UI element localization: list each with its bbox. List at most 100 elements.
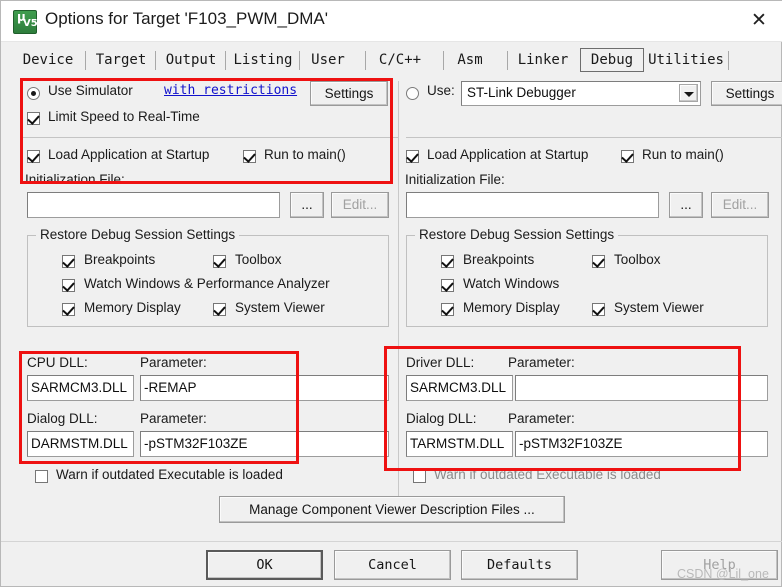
title-bar: µ V5 Options for Target 'F103_PWM_DMA' ✕ bbox=[1, 1, 782, 42]
tab-debug[interactable]: Debug bbox=[580, 48, 644, 72]
breakpoints-checkbox[interactable] bbox=[62, 255, 75, 268]
watch-windows-checkbox[interactable] bbox=[441, 279, 454, 292]
watch-windows-label: Watch Windows & Performance Analyzer bbox=[84, 276, 330, 291]
dialog-dll-input[interactable]: DARMSTM.DLL bbox=[27, 431, 134, 457]
run-to-main-label: Run to main() bbox=[642, 147, 724, 162]
tab-utilities[interactable]: Utilities bbox=[647, 48, 725, 72]
tab-separator bbox=[365, 51, 366, 70]
chevron-down-icon[interactable] bbox=[679, 84, 698, 102]
with-restrictions-link[interactable]: with restrictions bbox=[164, 83, 297, 98]
memory-display-checkbox[interactable] bbox=[62, 303, 75, 316]
tab-asm[interactable]: Asm bbox=[448, 48, 492, 72]
system-viewer-checkbox[interactable] bbox=[213, 303, 226, 316]
initialization-file-input[interactable] bbox=[27, 192, 280, 218]
restore-session-group-right: Restore Debug Session Settings Breakpoin… bbox=[406, 227, 768, 327]
memory-display-label: Memory Display bbox=[84, 300, 181, 315]
system-viewer-checkbox[interactable] bbox=[592, 303, 605, 316]
tab-target[interactable]: Target bbox=[90, 48, 152, 72]
driver-settings-button[interactable]: Settings bbox=[711, 81, 782, 106]
tab-separator bbox=[728, 51, 729, 70]
limit-speed-checkbox[interactable] bbox=[27, 112, 40, 125]
restore-session-title: Restore Debug Session Settings bbox=[415, 227, 619, 242]
load-application-checkbox[interactable] bbox=[406, 150, 419, 163]
cancel-button[interactable]: Cancel bbox=[334, 550, 451, 580]
restore-session-group-left: Restore Debug Session Settings Breakpoin… bbox=[27, 227, 389, 327]
tab-separator bbox=[507, 51, 508, 70]
options-dialog: µ V5 Options for Target 'F103_PWM_DMA' ✕… bbox=[0, 0, 782, 587]
restore-session-title: Restore Debug Session Settings bbox=[36, 227, 240, 242]
manage-component-viewer-button[interactable]: Manage Component Viewer Description File… bbox=[219, 496, 565, 523]
defaults-button[interactable]: Defaults bbox=[461, 550, 578, 580]
close-button[interactable]: ✕ bbox=[737, 1, 782, 40]
tab-c-cpp[interactable]: C/C++ bbox=[370, 48, 430, 72]
initialization-file-browse-button[interactable]: ... bbox=[290, 192, 324, 218]
load-application-checkbox[interactable] bbox=[27, 150, 40, 163]
tab-separator bbox=[155, 51, 156, 70]
breakpoints-label: Breakpoints bbox=[84, 252, 156, 267]
cpu-dll-label: CPU DLL: bbox=[27, 355, 88, 370]
dialog-parameter-label: Parameter: bbox=[140, 411, 207, 426]
use-simulator-label: Use Simulator bbox=[48, 83, 133, 98]
warn-outdated-checkbox[interactable] bbox=[413, 470, 426, 483]
footer-divider bbox=[1, 541, 782, 542]
watch-windows-label: Watch Windows bbox=[463, 276, 560, 291]
ok-button[interactable]: OK bbox=[206, 550, 323, 580]
cpu-parameter-input[interactable]: -REMAP bbox=[140, 375, 389, 401]
warn-outdated-label: Warn if outdated Executable is loaded bbox=[56, 467, 283, 482]
driver-dll-input[interactable]: SARMCM3.DLL bbox=[406, 375, 513, 401]
initialization-file-edit-button[interactable]: Edit... bbox=[711, 192, 769, 218]
run-to-main-checkbox[interactable] bbox=[621, 150, 634, 163]
run-to-main-checkbox[interactable] bbox=[243, 150, 256, 163]
cpu-parameter-label: Parameter: bbox=[140, 355, 207, 370]
load-application-label: Load Application at Startup bbox=[427, 147, 589, 162]
initialization-file-label: Initialization File: bbox=[405, 172, 505, 187]
uvision-icon: µ V5 bbox=[13, 10, 38, 34]
tab-user[interactable]: User bbox=[304, 48, 352, 72]
dialog-dll-label: Dialog DLL: bbox=[406, 411, 477, 426]
system-viewer-label: System Viewer bbox=[235, 300, 325, 315]
tab-strip: Device Target Output Listing User C/C++ … bbox=[11, 48, 773, 74]
use-driver-label: Use: bbox=[427, 83, 455, 98]
breakpoints-checkbox[interactable] bbox=[441, 255, 454, 268]
limit-speed-label: Limit Speed to Real-Time bbox=[48, 109, 200, 124]
memory-display-checkbox[interactable] bbox=[441, 303, 454, 316]
dialog-dll-input[interactable]: TARMSTM.DLL bbox=[406, 431, 513, 457]
breakpoints-label: Breakpoints bbox=[463, 252, 535, 267]
toolbox-label: Toolbox bbox=[235, 252, 282, 267]
section-divider bbox=[23, 137, 398, 138]
driver-dll-label: Driver DLL: bbox=[406, 355, 475, 370]
load-application-label: Load Application at Startup bbox=[48, 147, 210, 162]
driver-parameter-input[interactable] bbox=[515, 375, 768, 401]
warn-outdated-label: Warn if outdated Executable is loaded bbox=[434, 467, 661, 482]
system-viewer-label: System Viewer bbox=[614, 300, 704, 315]
toolbox-checkbox[interactable] bbox=[592, 255, 605, 268]
driver-select[interactable]: ST-Link Debugger bbox=[461, 81, 701, 106]
tab-listing[interactable]: Listing bbox=[230, 48, 296, 72]
run-to-main-label: Run to main() bbox=[264, 147, 346, 162]
tab-device[interactable]: Device bbox=[14, 48, 82, 72]
use-simulator-radio[interactable] bbox=[27, 87, 40, 100]
cpu-dll-input[interactable]: SARMCM3.DLL bbox=[27, 375, 134, 401]
toolbox-label: Toolbox bbox=[614, 252, 661, 267]
tab-separator bbox=[225, 51, 226, 70]
panel-divider bbox=[398, 81, 399, 496]
warn-outdated-checkbox[interactable] bbox=[35, 470, 48, 483]
initialization-file-browse-button[interactable]: ... bbox=[669, 192, 703, 218]
tab-linker[interactable]: Linker bbox=[512, 48, 574, 72]
dialog-parameter-input[interactable]: -pSTM32F103ZE bbox=[515, 431, 768, 457]
dialog-parameter-input[interactable]: -pSTM32F103ZE bbox=[140, 431, 389, 457]
use-driver-radio[interactable] bbox=[406, 87, 419, 100]
initialization-file-edit-button[interactable]: Edit... bbox=[331, 192, 389, 218]
toolbox-checkbox[interactable] bbox=[213, 255, 226, 268]
window-title: Options for Target 'F103_PWM_DMA' bbox=[45, 9, 329, 28]
tab-separator bbox=[443, 51, 444, 70]
simulator-settings-button[interactable]: Settings bbox=[310, 81, 388, 106]
watch-windows-checkbox[interactable] bbox=[62, 279, 75, 292]
driver-panel: Use: ST-Link Debugger Settings Load Appl… bbox=[401, 78, 782, 498]
initialization-file-input[interactable] bbox=[406, 192, 659, 218]
dialog-parameter-label: Parameter: bbox=[508, 411, 575, 426]
uvision-icon-v5: V5 bbox=[23, 18, 38, 29]
help-button[interactable]: Help bbox=[661, 550, 778, 580]
simulator-panel: Use Simulator with restrictions Settings… bbox=[11, 78, 398, 498]
tab-output[interactable]: Output bbox=[160, 48, 222, 72]
